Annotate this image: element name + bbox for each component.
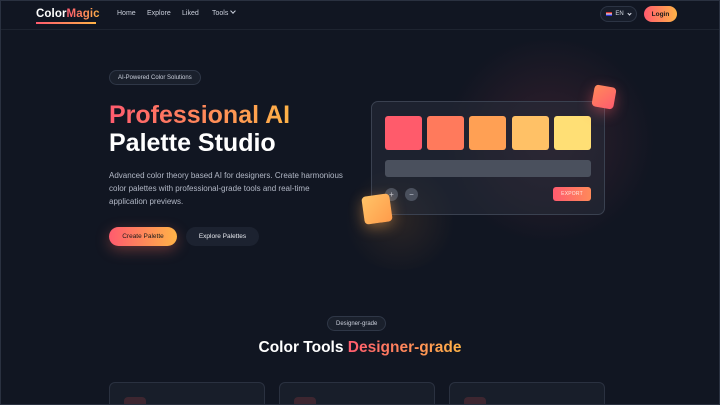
tool-card[interactable]	[279, 382, 435, 405]
tool-icon	[124, 397, 146, 405]
color-swatch[interactable]	[512, 116, 549, 150]
nav-link-home[interactable]: Home	[117, 10, 136, 17]
chevron-down-icon	[627, 10, 632, 16]
login-button[interactable]: Login	[644, 6, 677, 22]
hero-title-line2: Palette Studio	[109, 129, 276, 157]
nav-dropdown-tools[interactable]: Tools	[212, 8, 237, 17]
logo-text-magic: Magic	[66, 8, 100, 20]
export-button[interactable]: EXPORT	[553, 187, 591, 201]
nav-link-explore[interactable]: Explore	[147, 10, 171, 17]
flag-icon	[606, 12, 613, 16]
palette-preview-card: + − EXPORT	[371, 101, 605, 215]
hero-description: Advanced color theory based AI for desig…	[109, 171, 343, 206]
explore-palettes-button[interactable]: Explore Palettes	[186, 227, 259, 246]
tool-icon	[464, 397, 486, 405]
language-selector[interactable]: EN	[600, 6, 637, 22]
hero-badge: AI-Powered Color Solutions	[109, 70, 201, 85]
tool-card[interactable]	[109, 382, 265, 405]
tool-card[interactable]	[449, 382, 605, 405]
create-palette-button[interactable]: Create Palette	[109, 227, 177, 246]
logo[interactable]: ColorMagic	[36, 8, 100, 20]
tool-icon	[294, 397, 316, 405]
logo-text-color: Color	[36, 8, 67, 20]
color-swatch[interactable]	[427, 116, 464, 150]
hero-title-line1: Professional AI	[109, 101, 291, 129]
top-navbar: ColorMagic Home Explore Liked Tools EN L…	[0, 0, 720, 30]
remove-color-button[interactable]: −	[405, 188, 418, 201]
section-title-part1: Color Tools	[258, 339, 348, 356]
logo-underline	[36, 22, 96, 24]
language-label: EN	[615, 11, 624, 17]
chevron-down-icon	[230, 8, 237, 14]
section-badge: Designer-grade	[327, 316, 387, 331]
color-swatch[interactable]	[469, 116, 506, 150]
color-swatch[interactable]	[554, 116, 591, 150]
nav-link-liked[interactable]: Liked	[182, 10, 199, 17]
decorative-cube-icon	[591, 84, 617, 110]
decorative-cube-icon	[361, 193, 393, 225]
color-swatch[interactable]	[385, 116, 422, 150]
section-title-highlight: Designer-grade	[347, 339, 462, 356]
nav-link-tools-label: Tools	[212, 10, 229, 17]
palette-input-bar	[385, 160, 591, 177]
section-title: Color Tools Designer-grade	[0, 339, 720, 357]
